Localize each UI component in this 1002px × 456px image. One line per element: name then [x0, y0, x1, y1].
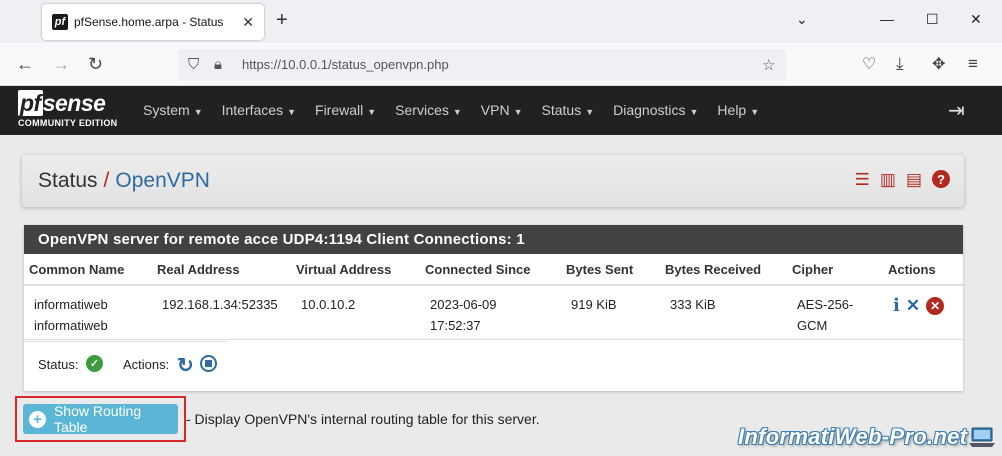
tab-list-chevron-icon[interactable]: ⌄: [796, 11, 808, 28]
col-actions: Actions: [883, 254, 963, 286]
menu-status[interactable]: Status ▼: [542, 102, 595, 118]
cell-real-address: 192.168.1.34:52335: [162, 297, 278, 312]
caret-down-icon: ▼: [689, 107, 699, 117]
menu-system[interactable]: System ▼: [143, 102, 203, 118]
back-icon[interactable]: ←: [16, 54, 34, 75]
highlight-box: + Show Routing Table: [15, 396, 186, 442]
browser-tab-bar: pf pfSense.home.arpa - Status: Op ✕ + ⌄ …: [0, 0, 1002, 43]
breadcrumb-panel: Status / OpenVPN ☰ ▥ ▤ ?: [22, 155, 964, 207]
connections-table: Common Name Real Address Virtual Address…: [24, 254, 963, 340]
kill-connection-icon[interactable]: ✕: [906, 295, 920, 316]
logo-sense: sense: [42, 90, 106, 116]
col-virtual-address: Virtual Address: [291, 254, 420, 286]
url-bar[interactable]: ⛉ 🔒︎ https://10.0.0.1/status_openvpn.php…: [178, 49, 786, 81]
menu-hamburger-icon[interactable]: ≡: [968, 54, 978, 74]
caret-down-icon: ▼: [452, 107, 462, 117]
service-status-row: Status: ✓ Actions: ↻: [24, 341, 227, 389]
pfsense-logo[interactable]: pfsense COMMUNITY EDITION: [18, 90, 117, 128]
caret-down-icon: ▼: [750, 107, 760, 117]
cell-actions: i ✕ ✕: [883, 285, 963, 339]
status-ok-icon: ✓: [86, 355, 103, 372]
breadcrumb-openvpn[interactable]: OpenVPN: [115, 169, 210, 192]
watermark-text: InformatiWeb-Pro.net: [738, 424, 968, 449]
caret-down-icon: ▼: [513, 107, 523, 117]
col-bytes-sent: Bytes Sent: [561, 254, 660, 286]
status-label: Status:: [38, 357, 79, 372]
browser-nav-bar: ← → ↻ ⛉ 🔒︎ https://10.0.0.1/status_openv…: [0, 43, 1002, 86]
shield-icon[interactable]: ⛉: [188, 56, 199, 73]
pfsense-favicon-icon: pf: [52, 14, 68, 30]
menu-help[interactable]: Help ▼: [717, 102, 759, 118]
table-row: informatiweb informatiweb 192.168.1.34:52…: [24, 285, 963, 339]
minimize-icon[interactable]: —: [880, 11, 894, 27]
help-icon[interactable]: ?: [932, 170, 950, 188]
forward-icon[interactable]: →: [52, 54, 70, 75]
bar-chart-icon[interactable]: ▥: [880, 170, 896, 190]
col-real-address: Real Address: [152, 254, 291, 286]
close-window-icon[interactable]: ✕: [970, 11, 982, 28]
bookmark-star-icon[interactable]: ☆: [762, 56, 775, 74]
downloads-icon[interactable]: ⤓: [896, 54, 904, 74]
restart-service-icon[interactable]: ↻: [177, 353, 194, 378]
caret-down-icon: ▼: [287, 107, 297, 117]
caret-down-icon: ▼: [193, 107, 203, 117]
openvpn-server-panel: OpenVPN server for remote acce UDP4:1194…: [24, 225, 963, 391]
menu-vpn[interactable]: VPN ▼: [481, 102, 523, 118]
logout-icon[interactable]: ⇥: [948, 98, 965, 123]
table-header-row: Common Name Real Address Virtual Address…: [24, 254, 963, 286]
browser-tab[interactable]: pf pfSense.home.arpa - Status: Op ✕: [42, 4, 264, 40]
stop-service-icon[interactable]: [200, 355, 217, 372]
sliders-icon[interactable]: ☰: [855, 170, 870, 190]
laptop-icon: [969, 427, 995, 447]
menu-interfaces[interactable]: Interfaces ▼: [222, 102, 296, 118]
menu-firewall[interactable]: Firewall ▼: [315, 102, 376, 118]
caret-down-icon: ▼: [585, 107, 595, 117]
url-text: https://10.0.0.1/status_openvpn.php: [242, 57, 449, 72]
new-tab-icon[interactable]: +: [276, 9, 288, 32]
cell-cipher: AES-256- GCM: [797, 297, 854, 333]
col-bytes-received: Bytes Received: [660, 254, 787, 286]
logo-edition: COMMUNITY EDITION: [18, 118, 118, 128]
cell-virtual-address: 10.0.10.2: [301, 297, 356, 312]
pfsense-header: pfsense COMMUNITY EDITION System ▼ Interf…: [0, 86, 1002, 135]
caret-down-icon: ▼: [367, 107, 377, 117]
close-tab-icon[interactable]: ✕: [242, 14, 254, 31]
breadcrumb: Status / OpenVPN: [38, 169, 210, 193]
cell-bytes-received: 333 KiB: [670, 297, 716, 312]
pocket-icon[interactable]: ♡: [862, 54, 876, 74]
col-connected-since: Connected Since: [420, 254, 561, 286]
shortcut-icons: ☰ ▥ ▤ ?: [855, 170, 950, 190]
info-icon[interactable]: i: [893, 295, 900, 316]
main-menu: System ▼ Interfaces ▼ Firewall ▼ Services ▼ …: [143, 102, 778, 118]
show-routing-table-label: Show Routing Table: [53, 403, 142, 435]
cell-common-name: informatiweb informatiweb: [34, 297, 108, 333]
cell-bytes-sent: 919 KiB: [571, 297, 617, 312]
log-list-icon[interactable]: ▤: [906, 170, 922, 190]
menu-diagnostics[interactable]: Diagnostics ▼: [613, 102, 698, 118]
delete-icon[interactable]: ✕: [926, 297, 945, 315]
menu-services[interactable]: Services ▼: [395, 102, 462, 118]
page-content: Status / OpenVPN ☰ ▥ ▤ ? OpenVPN server fo…: [0, 135, 1002, 456]
logo-pf: pf: [18, 90, 43, 116]
routing-description: - Display OpenVPN's internal routing tab…: [186, 411, 540, 427]
lock-warning-icon[interactable]: 🔒︎: [214, 56, 222, 73]
actions-label: Actions:: [123, 357, 170, 372]
extensions-icon[interactable]: ✥: [932, 54, 945, 74]
breadcrumb-status: Status: [38, 169, 98, 192]
col-common-name: Common Name: [24, 254, 152, 286]
panel-title: OpenVPN server for remote acce UDP4:1194…: [24, 225, 963, 254]
breadcrumb-separator: /: [103, 169, 110, 192]
plus-circle-icon: +: [29, 410, 46, 428]
show-routing-table-button[interactable]: + Show Routing Table: [23, 403, 178, 435]
cell-connected-since: 2023-06-09 17:52:37: [430, 297, 497, 333]
reload-icon[interactable]: ↻: [88, 54, 103, 75]
tab-title: pfSense.home.arpa - Status: Op: [74, 15, 224, 29]
maximize-icon[interactable]: ☐: [926, 11, 939, 28]
col-cipher: Cipher: [787, 254, 883, 286]
